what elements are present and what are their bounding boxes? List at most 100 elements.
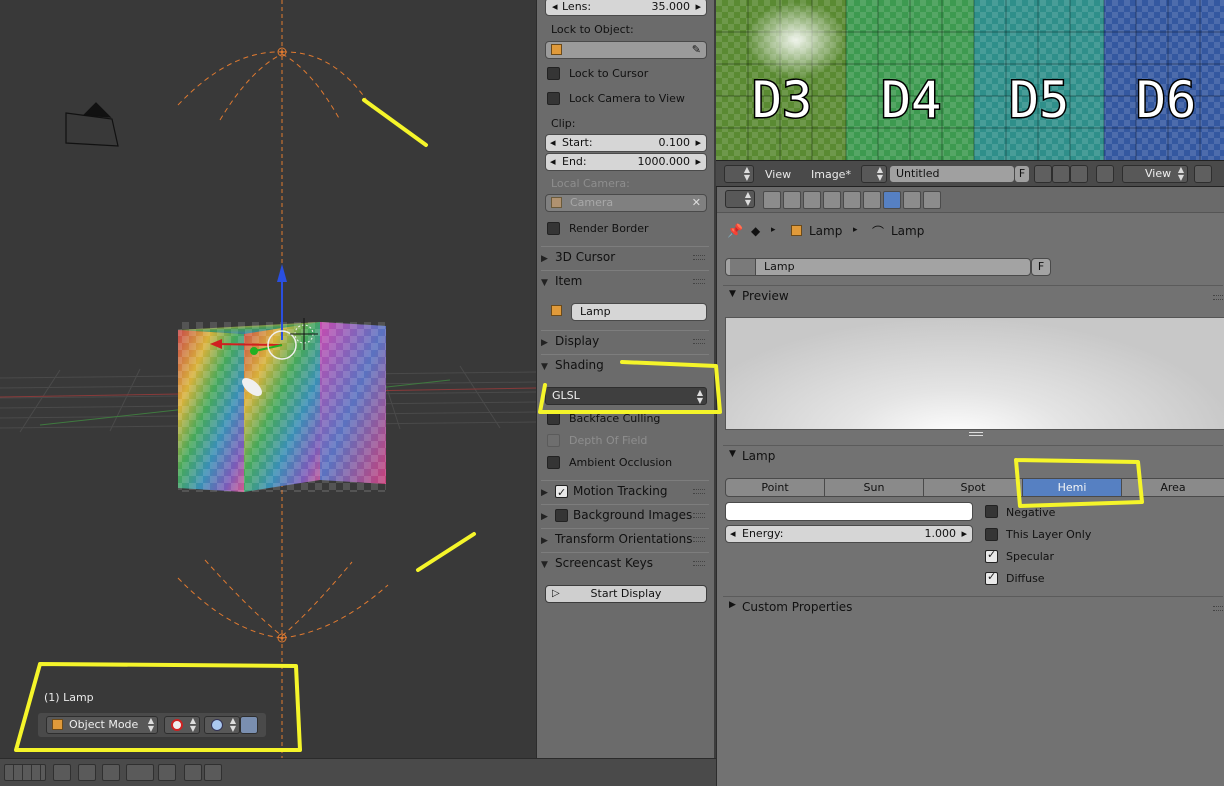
lamp-data-tab-icon[interactable] [883, 191, 901, 209]
eyedropper-icon[interactable]: ✎ [692, 42, 701, 58]
opengl-render-icon[interactable] [184, 764, 202, 781]
panel-display[interactable]: ▶ Display [541, 330, 709, 351]
preview-panel-title[interactable]: Preview [742, 289, 789, 303]
lamp-type-hemi[interactable]: Hemi [1022, 478, 1122, 497]
diffuse-checkbox[interactable] [985, 570, 998, 585]
resize-handle-icon[interactable] [969, 432, 983, 436]
constraints-tab-icon[interactable] [863, 191, 881, 209]
image-editor-canvas[interactable]: D3 D4 D5 D6 [716, 0, 1224, 160]
object-mode-dropdown[interactable]: Object Mode ▲ ▼ [46, 716, 158, 734]
panel-screencast-keys[interactable]: ▼ Screencast Keys [541, 552, 709, 573]
negative-checkbox[interactable] [985, 505, 998, 518]
panel-item[interactable]: ▼ Item [541, 270, 709, 291]
panel-background-images[interactable]: ▶ Background Images [541, 504, 709, 525]
image-name-field[interactable]: Untitled [889, 165, 1015, 183]
opengl-animation-icon[interactable] [204, 764, 222, 781]
custom-properties-panel-title[interactable]: Custom Properties [742, 600, 852, 614]
item-name-field[interactable]: Lamp [571, 303, 707, 321]
lens-label: Lens: [562, 0, 592, 13]
drag-grip-icon[interactable] [693, 537, 705, 542]
drag-grip-icon[interactable] [693, 513, 705, 518]
lamp-preview [725, 317, 1224, 430]
pin-icon[interactable]: 📌 [727, 224, 743, 239]
lamp-fake-user-button[interactable]: F [1031, 258, 1051, 276]
world-tab-icon[interactable] [823, 191, 841, 209]
fake-user-button[interactable]: F [1014, 165, 1030, 183]
editor-type-dropdown[interactable]: ▲ ▼ [725, 190, 755, 208]
ambient-occlusion-checkbox[interactable] [547, 456, 560, 469]
divider [723, 285, 1223, 286]
start-display-button[interactable]: ▷ Start Display [545, 585, 707, 603]
lamp-color-swatch[interactable] [725, 502, 973, 521]
clip-end-field[interactable]: ◂ End: 1000.000 ▸ [545, 153, 707, 171]
background-images-checkbox[interactable] [555, 509, 568, 522]
panel-transform-orientations[interactable]: ▶ Transform Orientations [541, 528, 709, 549]
snap-target-icon[interactable] [158, 764, 176, 781]
image-browse-dropdown[interactable]: ▲ ▼ [861, 165, 887, 183]
lock-to-object-label: Lock to Object: [551, 23, 634, 36]
lamp-type-area[interactable]: Area [1121, 478, 1224, 497]
drag-grip-icon[interactable] [693, 279, 705, 284]
proportional-edit-icon[interactable] [78, 764, 96, 781]
manipulator-toggle-icon[interactable] [240, 716, 258, 734]
render-layer-icon[interactable] [53, 764, 71, 781]
lock-to-object-field[interactable]: ✎ [545, 41, 707, 59]
lamp-type-sun[interactable]: Sun [824, 478, 924, 497]
lamp-datablock-field[interactable]: Lamp [725, 258, 1031, 276]
lamp-browse-icon[interactable] [730, 259, 756, 275]
drag-grip-icon[interactable] [693, 339, 705, 344]
shading-mode-select[interactable]: GLSL ▲ ▼ [545, 387, 707, 405]
lens-field[interactable]: ◂ Lens: 35.000 ▸ [545, 0, 707, 16]
physics-tab-icon[interactable] [923, 191, 941, 209]
drag-grip-icon[interactable] [1213, 295, 1224, 300]
editor-type-dropdown[interactable]: ▲ ▼ [724, 165, 754, 183]
lamp-panel-title[interactable]: Lamp [742, 449, 775, 463]
drag-grip-icon[interactable] [693, 561, 705, 566]
render-tab-icon[interactable] [763, 191, 781, 209]
new-image-icon[interactable] [1034, 165, 1052, 183]
expanded-arrow-icon: ▼ [541, 362, 548, 372]
motion-tracking-checkbox[interactable] [555, 483, 568, 503]
snap-element-dropdown[interactable] [126, 764, 154, 781]
drag-grip-icon[interactable] [693, 489, 705, 494]
clip-start-value: 0.100 [658, 136, 691, 149]
pivot-point-dropdown[interactable]: ▲ ▼ [204, 716, 240, 734]
updown-arrows-icon: ▲ ▼ [1177, 165, 1184, 182]
viewport-scene [0, 0, 536, 758]
local-camera-field[interactable]: Camera ✕ [545, 194, 707, 212]
unlink-icon[interactable] [1070, 165, 1088, 183]
clear-icon[interactable]: ✕ [692, 195, 701, 211]
shading-mode-dropdown[interactable]: ▲ ▼ [164, 716, 200, 734]
object-tab-icon[interactable] [843, 191, 861, 209]
frame-icon[interactable] [1194, 165, 1212, 183]
render-border-checkbox[interactable] [547, 222, 560, 235]
this-layer-only-checkbox[interactable] [985, 528, 998, 541]
panel-3d-cursor[interactable]: ▶ 3D Cursor [541, 246, 709, 267]
menu-image[interactable]: Image* [811, 168, 851, 181]
drag-grip-icon[interactable] [1213, 606, 1224, 611]
3d-viewport[interactable]: (1) Lamp Object Mode ▲ ▼ ▲ ▼ ▲ ▼ [0, 0, 536, 758]
tile-label: D3 [750, 71, 813, 130]
pin-icon[interactable] [1096, 165, 1114, 183]
depth-of-field-checkbox[interactable] [547, 434, 560, 447]
lock-to-cursor-checkbox[interactable] [547, 67, 560, 80]
clip-start-field[interactable]: ◂ Start: 0.100 ▸ [545, 134, 707, 152]
drag-grip-icon[interactable] [693, 255, 705, 260]
lock-camera-to-view-checkbox[interactable] [547, 92, 560, 105]
render-layers-tab-icon[interactable] [783, 191, 801, 209]
lamp-type-point[interactable]: Point [725, 478, 825, 497]
layer-buttons[interactable] [4, 764, 46, 781]
snap-icon[interactable] [102, 764, 120, 781]
specular-checkbox[interactable] [985, 548, 998, 563]
open-image-icon[interactable] [1052, 165, 1070, 183]
panel-motion-tracking[interactable]: ▶ Motion Tracking [541, 480, 709, 503]
texture-tab-icon[interactable] [903, 191, 921, 209]
scene-tab-icon[interactable] [803, 191, 821, 209]
energy-field[interactable]: ◂ Energy: 1.000 ▸ [725, 525, 973, 543]
view-mode-dropdown[interactable]: View ▲ ▼ [1122, 165, 1188, 183]
pivot-icon [211, 719, 223, 731]
menu-view[interactable]: View [765, 168, 791, 181]
backface-culling-checkbox[interactable] [547, 412, 560, 425]
lamp-type-spot[interactable]: Spot [923, 478, 1023, 497]
panel-shading[interactable]: ▼ Shading [541, 354, 709, 375]
